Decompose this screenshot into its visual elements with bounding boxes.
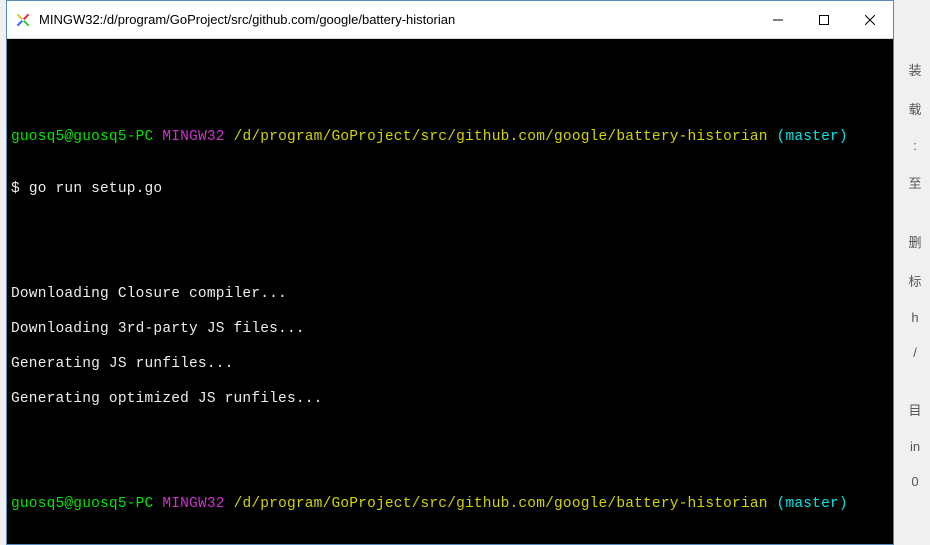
prompt-path: /d/program/GoProject/src/github.com/goog… [234, 496, 768, 512]
terminal-output-line: Downloading 3rd-party JS files... [11, 321, 889, 339]
terminal-output-line: Downloading Closure compiler... [11, 286, 889, 304]
prompt-symbol: $ [11, 181, 29, 197]
minimize-button[interactable] [755, 1, 801, 38]
background-editor-hints: 装载:至删标h/目in0 [900, 0, 930, 545]
command-input: go run setup.go [29, 181, 163, 197]
terminal-output-line: Generating optimized JS runfiles... [11, 391, 889, 409]
window-titlebar[interactable]: MINGW32:/d/program/GoProject/src/github.… [7, 1, 893, 39]
terminal-window: MINGW32:/d/program/GoProject/src/github.… [6, 0, 894, 545]
prompt-branch-close: ) [839, 496, 848, 512]
window-title: MINGW32:/d/program/GoProject/src/github.… [39, 12, 755, 27]
prompt-user-host: guosq5@guosq5-PC [11, 496, 153, 512]
prompt-env: MINGW32 [162, 129, 224, 145]
prompt-branch-close: ) [839, 129, 848, 145]
terminal-body[interactable]: guosq5@guosq5-PC MINGW32 /d/program/GoPr… [7, 39, 893, 544]
prompt-env: MINGW32 [162, 496, 224, 512]
close-button[interactable] [847, 1, 893, 38]
window-controls [755, 1, 893, 38]
prompt-branch: master [785, 496, 838, 512]
app-icon [15, 12, 31, 28]
prompt-branch: master [785, 129, 838, 145]
prompt-user-host: guosq5@guosq5-PC [11, 129, 153, 145]
maximize-button[interactable] [801, 1, 847, 38]
prompt-path: /d/program/GoProject/src/github.com/goog… [234, 129, 768, 145]
terminal-output-line: Generating JS runfiles... [11, 356, 889, 374]
